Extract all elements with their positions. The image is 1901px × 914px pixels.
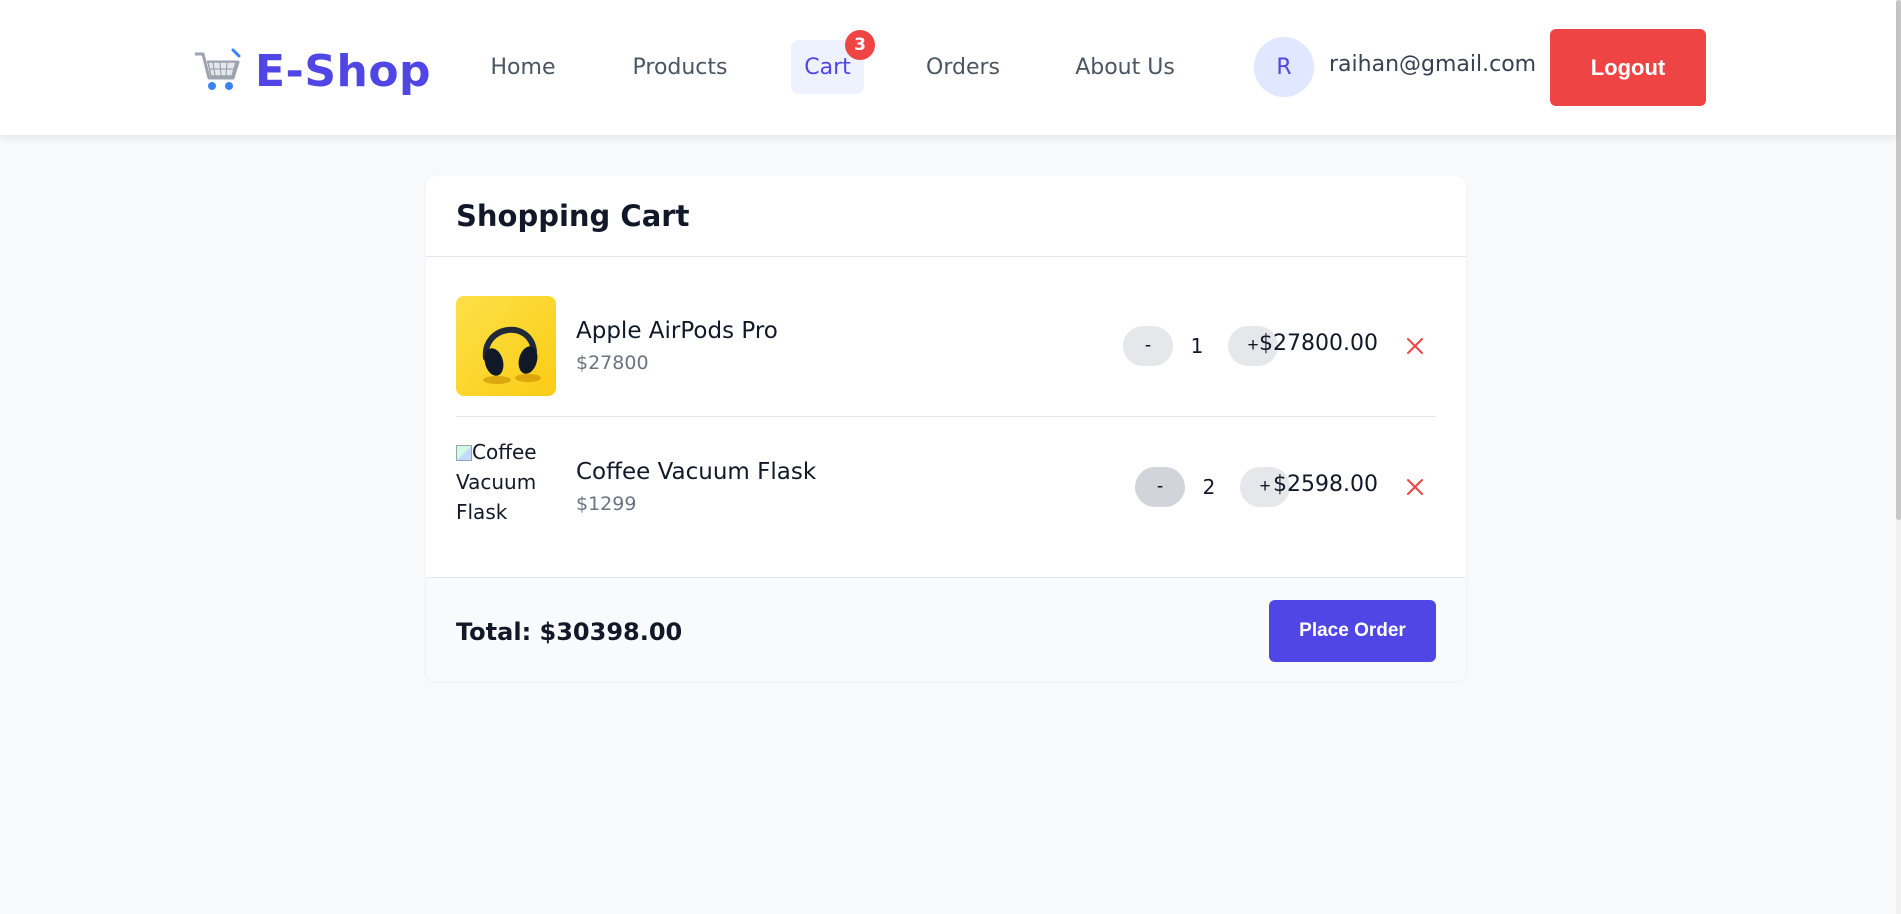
- nav-products[interactable]: Products: [620, 40, 740, 94]
- cart-item: Coffee Vacuum Flask Coffee Vacuum Flask …: [456, 437, 1436, 537]
- quantity-value: 2: [1202, 475, 1216, 499]
- nav-home[interactable]: Home: [478, 40, 568, 94]
- brand-logo[interactable]: E-Shop: [193, 45, 432, 97]
- decrease-quantity-button[interactable]: -: [1135, 467, 1185, 507]
- product-image[interactable]: [456, 296, 556, 396]
- cart-count-badge: 3: [845, 30, 875, 60]
- product-unit-price: $1299: [576, 493, 637, 515]
- cart-item: Apple AirPods Pro $27800 - 1 + $27800.00: [456, 296, 1436, 396]
- user-email: raihan@gmail.com: [1329, 52, 1537, 77]
- brand-name: E-Shop: [255, 45, 432, 97]
- shopping-cart-card: Shopping Cart Apple AirPods Pro $27800 -…: [426, 176, 1466, 681]
- product-name: Apple AirPods Pro: [576, 318, 778, 344]
- nav-orders[interactable]: Orders: [918, 40, 1008, 94]
- remove-item-icon[interactable]: [1403, 334, 1427, 358]
- remove-item-icon[interactable]: [1403, 475, 1427, 499]
- quantity-value: 1: [1190, 334, 1204, 358]
- nav-cart-label: Cart: [804, 54, 851, 80]
- logout-button[interactable]: Logout: [1550, 29, 1706, 106]
- broken-image-icon: [456, 445, 472, 461]
- top-navbar: E-Shop Home Products Cart 3 Orders About…: [0, 0, 1896, 135]
- headphones-image: [456, 296, 556, 396]
- product-unit-price: $27800: [576, 352, 649, 374]
- product-name: Coffee Vacuum Flask: [576, 459, 817, 485]
- cart-footer: Total: $30398.00 Place Order: [426, 577, 1466, 681]
- divider: [426, 256, 1466, 257]
- line-total: $2598.00: [1273, 472, 1378, 497]
- nav-about-us[interactable]: About Us: [1068, 40, 1182, 94]
- user-avatar[interactable]: R: [1254, 37, 1314, 97]
- cart-title: Shopping Cart: [456, 199, 690, 233]
- scrollbar-thumb[interactable]: [1896, 0, 1901, 520]
- nav-cart[interactable]: Cart 3: [791, 30, 875, 94]
- shopping-cart-icon: [195, 48, 241, 90]
- cart-total: Total: $30398.00: [456, 618, 683, 646]
- divider: [456, 416, 1436, 417]
- place-order-button[interactable]: Place Order: [1269, 600, 1436, 662]
- decrease-quantity-button[interactable]: -: [1123, 326, 1173, 366]
- line-total: $27800.00: [1259, 331, 1378, 356]
- product-image-broken[interactable]: Coffee Vacuum Flask: [456, 437, 556, 537]
- page-scrollbar[interactable]: [1896, 0, 1901, 914]
